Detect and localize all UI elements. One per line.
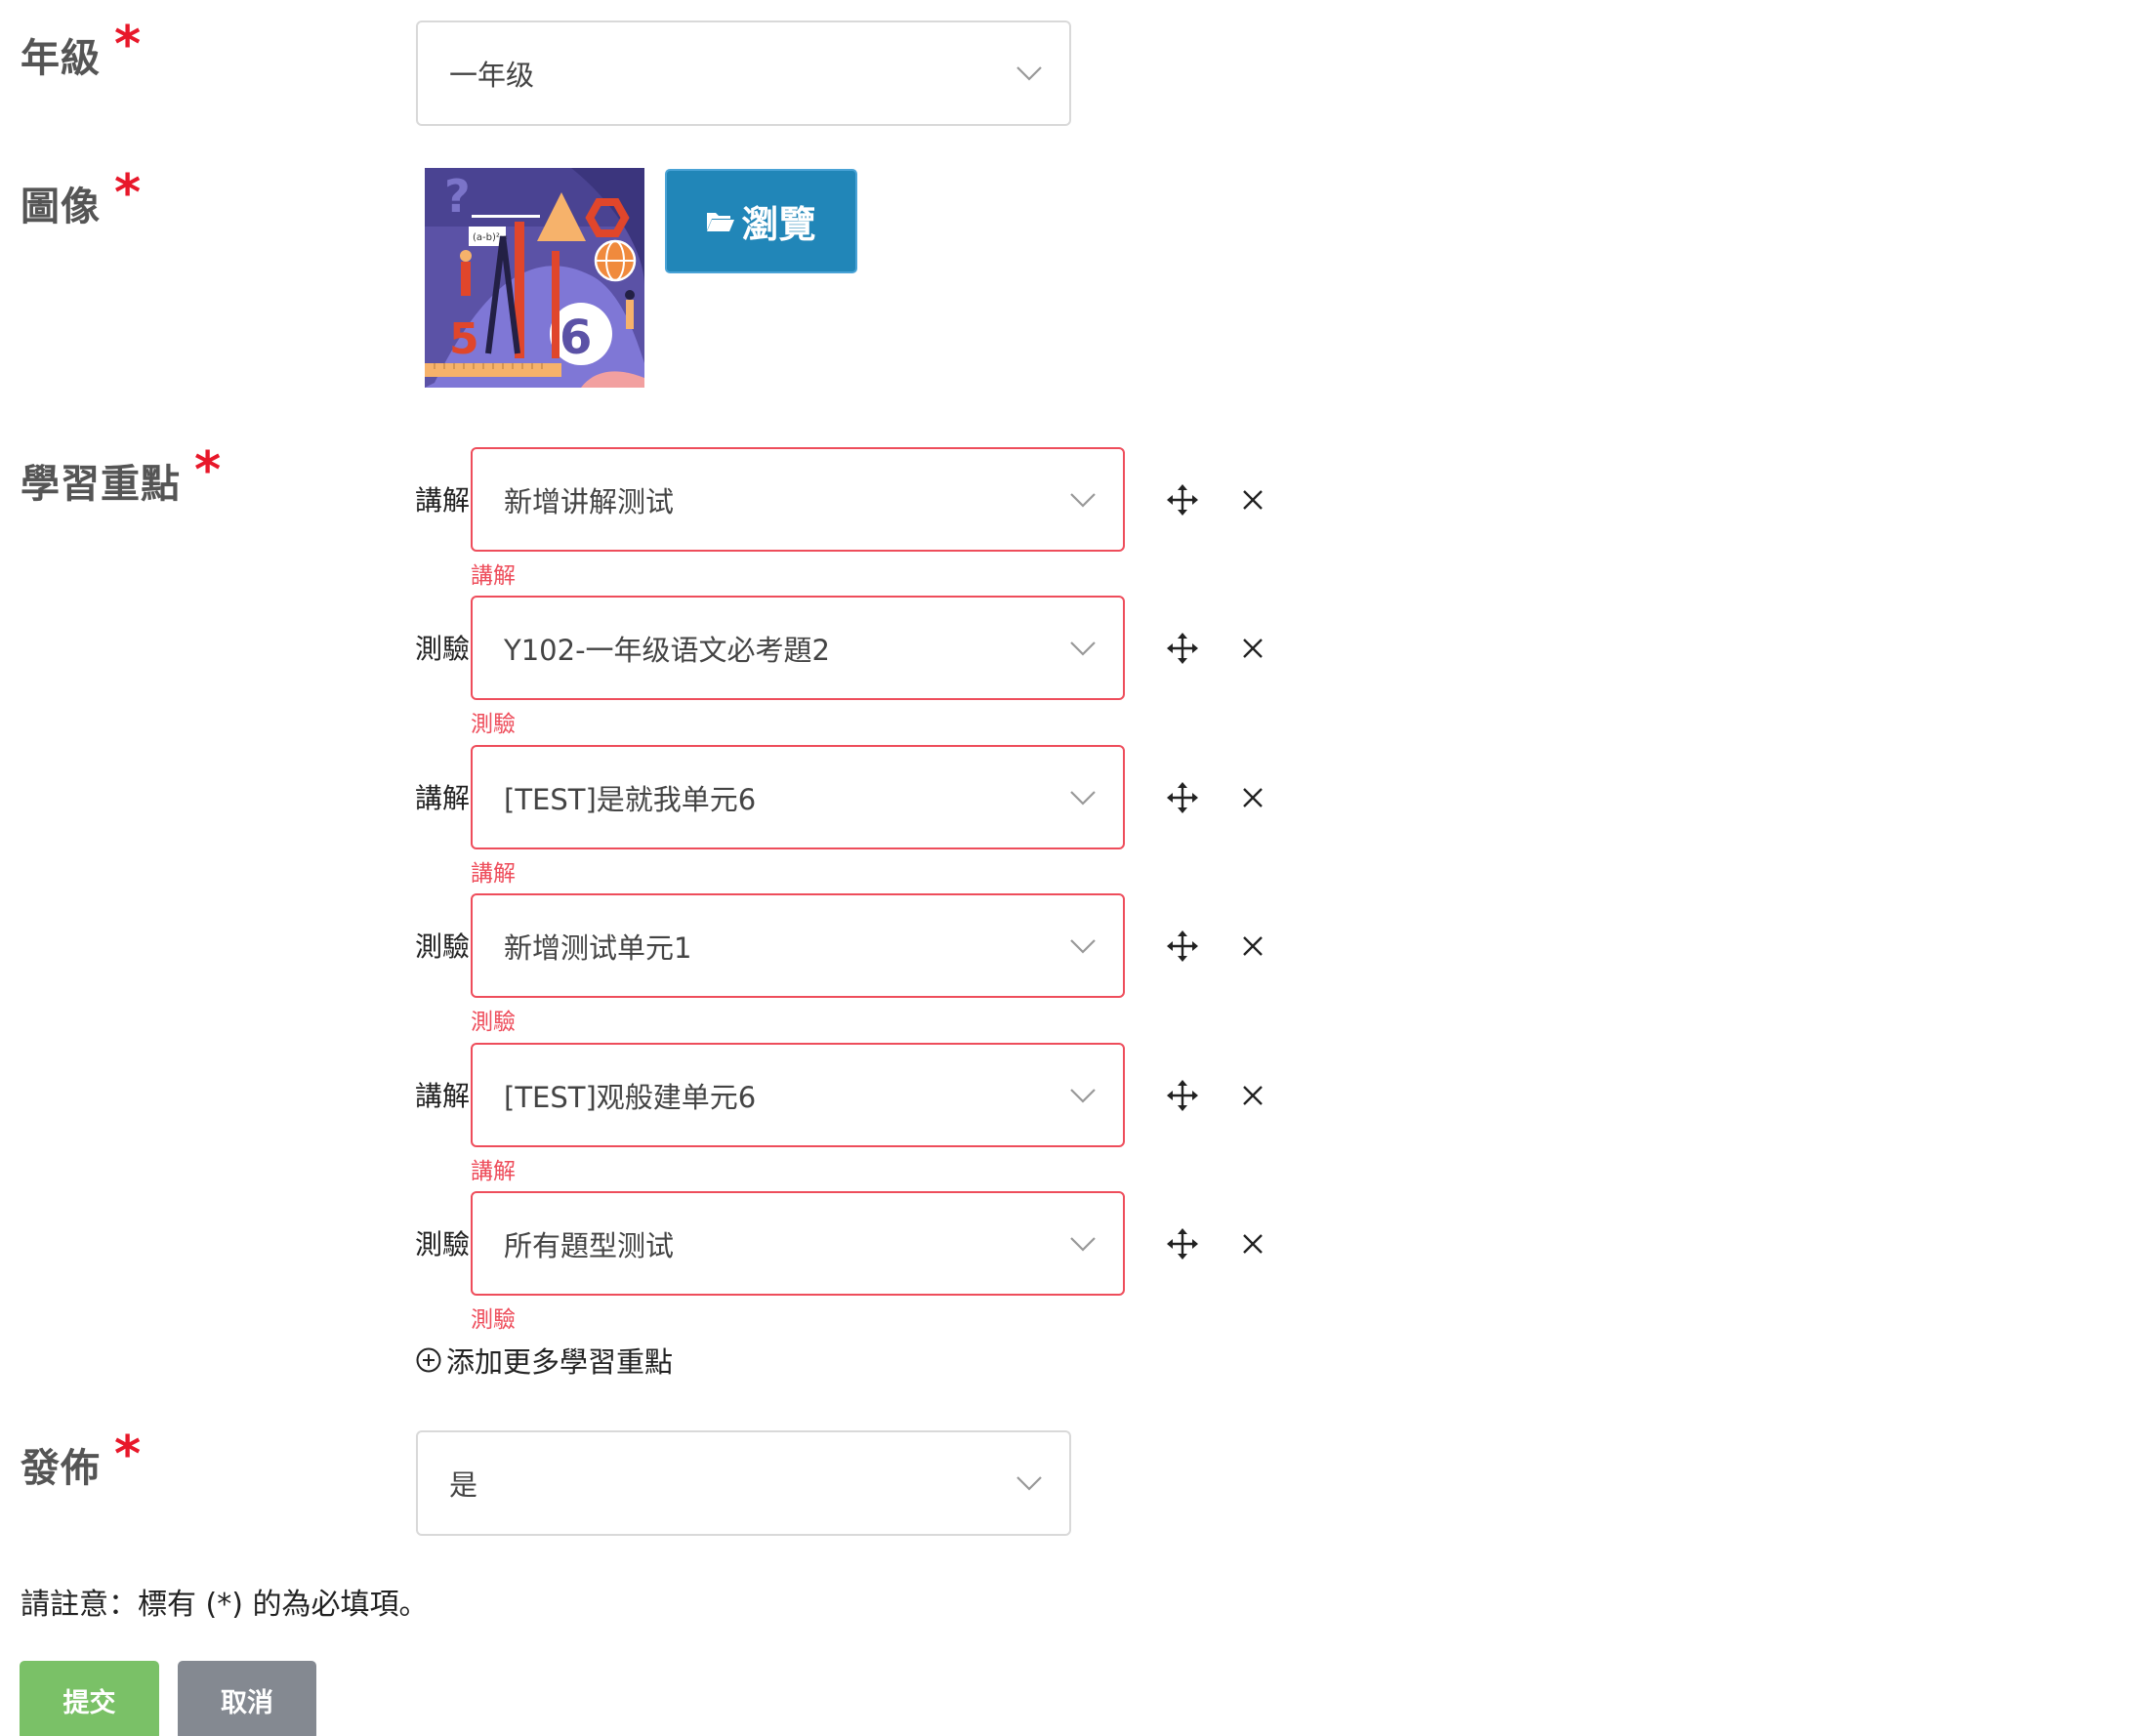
learning-point-select[interactable]: 新增讲解测试 <box>471 447 1125 552</box>
move-icon[interactable] <box>1165 1226 1200 1261</box>
browse-button-label: 瀏覽 <box>741 203 816 246</box>
chevron-down-icon <box>1016 1476 1042 1491</box>
learning-point-select-value: [TEST]观般建单元6 <box>504 1080 757 1114</box>
learning-point-select[interactable]: 所有題型测试 <box>471 1191 1125 1296</box>
required-fields-note: 請註意：標有 (*) 的為必填項。 <box>21 1588 429 1622</box>
learning-point-select-value: 新增讲解测试 <box>504 484 675 518</box>
move-icon[interactable] <box>1165 482 1200 517</box>
learning-point-select-value: 新增测试单元1 <box>504 930 692 965</box>
add-more-learning-points-link[interactable]: 添加更多學習重點 <box>415 1340 673 1381</box>
publish-select[interactable]: 是 <box>416 1430 1071 1536</box>
close-icon[interactable] <box>1235 631 1270 666</box>
learning-points-label: 學習重點 * <box>21 441 223 507</box>
chevron-down-icon <box>1070 1236 1096 1252</box>
required-mark: * <box>194 441 223 500</box>
learning-point-type-label: 講解 <box>415 1080 471 1112</box>
learning-point-type-label: 測驗 <box>415 633 471 665</box>
chevron-down-icon <box>1070 938 1096 954</box>
chevron-down-icon <box>1070 790 1096 806</box>
svg-text:5: 5 <box>449 314 479 364</box>
move-icon[interactable] <box>1165 631 1200 666</box>
move-icon[interactable] <box>1165 1078 1200 1113</box>
required-mark: * <box>114 164 143 223</box>
course-form: 年級 * 一年级 圖像 * ? (a-b)²= 5 6 瀏覽 學習重點 * 講解… <box>0 0 2156 1736</box>
image-label: 圖像 * <box>21 164 143 229</box>
grade-label: 年級 * <box>21 16 143 81</box>
learning-point-type-label: 講解 <box>415 484 471 517</box>
required-mark: * <box>114 1426 143 1484</box>
publish-select-value: 是 <box>449 1468 478 1502</box>
cancel-button[interactable]: 取消 <box>178 1661 316 1736</box>
close-icon[interactable] <box>1235 1226 1270 1261</box>
course-thumbnail: ? (a-b)²= 5 6 <box>425 168 644 388</box>
learning-point-select-value: 所有題型测试 <box>504 1228 675 1262</box>
close-icon[interactable] <box>1235 929 1270 964</box>
add-more-label: 添加更多學習重點 <box>446 1345 674 1379</box>
plus-circle-icon <box>416 1347 441 1373</box>
learning-point-error: 測驗 <box>471 1010 516 1035</box>
close-icon[interactable] <box>1235 1078 1270 1113</box>
learning-point-select[interactable]: [TEST]是就我单元6 <box>471 745 1125 849</box>
chevron-down-icon <box>1070 1088 1096 1103</box>
learning-point-select[interactable]: 新增测试单元1 <box>471 893 1125 998</box>
chevron-down-icon <box>1070 492 1096 508</box>
submit-button[interactable]: 提交 <box>20 1661 159 1736</box>
close-icon[interactable] <box>1235 482 1270 517</box>
learning-point-select-value: [TEST]是就我单元6 <box>504 782 757 816</box>
move-icon[interactable] <box>1165 780 1200 815</box>
learning-point-select[interactable]: [TEST]观般建单元6 <box>471 1043 1125 1147</box>
required-mark: * <box>114 16 143 74</box>
close-icon[interactable] <box>1235 780 1270 815</box>
learning-point-type-label: 測驗 <box>415 1228 471 1261</box>
svg-text:6: 6 <box>560 310 592 365</box>
learning-point-error: 講解 <box>471 861 516 887</box>
learning-point-select-value: Y102-一年级语文必考題2 <box>504 633 830 667</box>
learning-point-error: 測驗 <box>471 712 516 737</box>
learning-point-type-label: 測驗 <box>415 930 471 963</box>
svg-text:?: ? <box>444 170 471 223</box>
grade-select[interactable]: 一年级 <box>416 21 1071 126</box>
browse-button[interactable]: 瀏覽 <box>665 169 857 273</box>
move-icon[interactable] <box>1165 929 1200 964</box>
learning-point-error: 講解 <box>471 1159 516 1184</box>
learning-point-type-label: 講解 <box>415 782 471 814</box>
learning-point-error: 講解 <box>471 563 516 589</box>
publish-label: 發佈 * <box>21 1426 143 1491</box>
learning-point-error: 測驗 <box>471 1307 516 1333</box>
chevron-down-icon <box>1070 641 1096 656</box>
learning-point-select[interactable]: Y102-一年级语文必考題2 <box>471 596 1125 700</box>
grade-select-value: 一年级 <box>449 59 535 92</box>
folder-open-icon <box>707 212 735 231</box>
chevron-down-icon <box>1016 66 1042 81</box>
